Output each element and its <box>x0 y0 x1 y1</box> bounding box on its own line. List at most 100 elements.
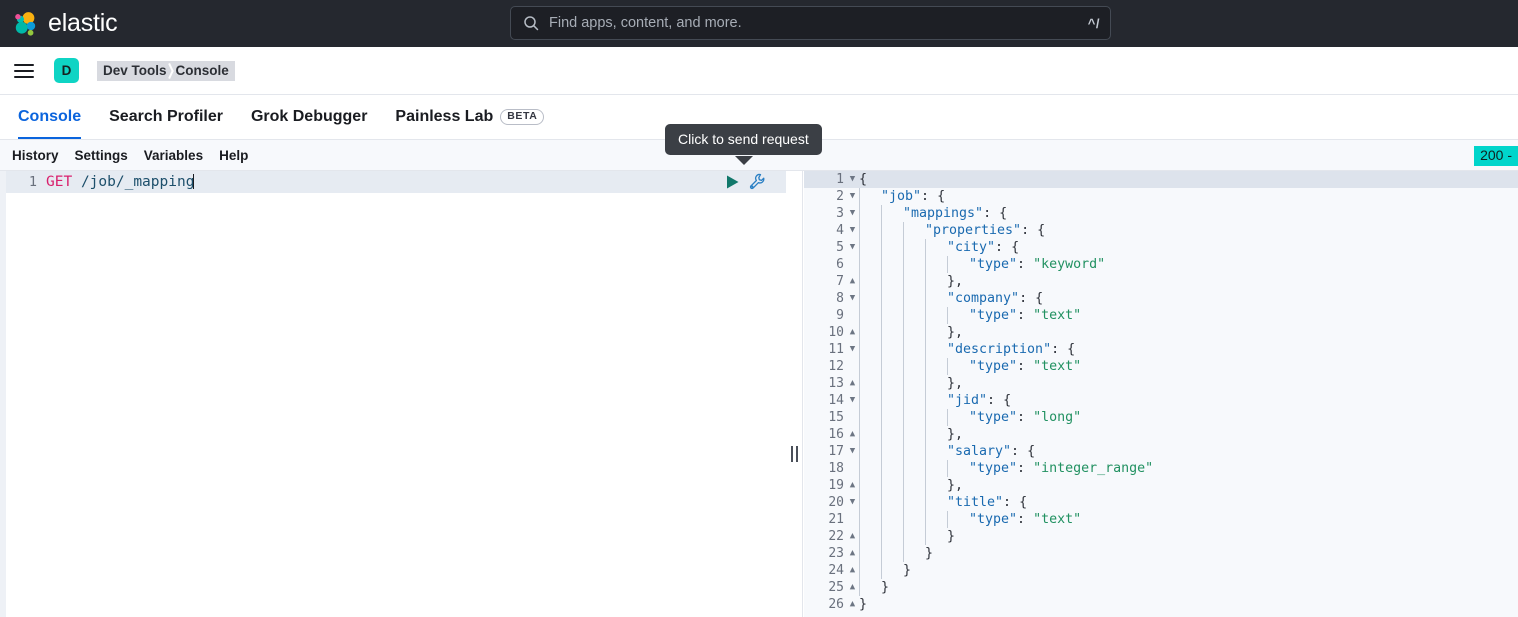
fold-collapse-icon[interactable]: ▼ <box>846 222 859 239</box>
response-line-number: 19 <box>828 478 844 493</box>
fold-expand-icon[interactable]: ▲ <box>846 596 859 613</box>
fold-collapse-icon[interactable]: ▼ <box>846 188 859 205</box>
menu-item-help[interactable]: Help <box>211 148 256 163</box>
breadcrumb-item-dev-tools[interactable]: Dev Tools <box>103 63 167 78</box>
avatar[interactable]: D <box>54 58 79 83</box>
hamburger-menu-icon[interactable] <box>14 60 36 82</box>
response-line-code: } <box>859 597 868 612</box>
response-line[interactable]: 24 ▲} <box>804 562 1518 579</box>
response-line[interactable]: 25 ▲} <box>804 579 1518 596</box>
breadcrumb-item-console[interactable]: Console <box>176 63 229 78</box>
search-shortcut-hint: ^/ <box>1087 15 1100 31</box>
response-line[interactable]: 5 ▼ "city": { <box>804 239 1518 256</box>
response-line-code: "type": "keyword" <box>859 256 1518 273</box>
response-line[interactable]: 19 ▲}, <box>804 477 1518 494</box>
tab-painless-lab[interactable]: Painless Lab BETA <box>381 95 558 139</box>
response-line[interactable]: 4 ▼ "properties": { <box>804 222 1518 239</box>
response-line-code: } <box>859 545 1518 562</box>
response-line[interactable]: 9 "type": "text" <box>804 307 1518 324</box>
splitter-grip-icon[interactable] <box>791 446 798 462</box>
response-line-number: 26 <box>828 597 844 612</box>
http-method-token: GET <box>46 174 73 190</box>
response-line-code: "company": { <box>859 290 1518 307</box>
fold-collapse-icon[interactable]: ▼ <box>846 341 859 358</box>
tab-painless-lab-label: Painless Lab <box>395 108 494 125</box>
response-line-number: 25 <box>828 580 844 595</box>
pane-splitter[interactable] <box>786 171 803 617</box>
fold-expand-icon[interactable]: ▲ <box>846 579 859 596</box>
response-line-number: 21 <box>828 512 844 527</box>
fold-expand-icon[interactable]: ▲ <box>846 273 859 290</box>
global-search-bar[interactable]: Find apps, content, and more. ^/ <box>510 6 1111 40</box>
response-line-code: { <box>859 172 868 187</box>
tab-console-label: Console <box>18 108 82 125</box>
response-line[interactable]: 11 ▼ "description": { <box>804 341 1518 358</box>
response-line[interactable]: 16 ▲}, <box>804 426 1518 443</box>
request-editor-line[interactable]: 1 GET /job/_mapping <box>6 171 786 193</box>
tooltip-text: Click to send request <box>665 124 822 155</box>
fold-expand-icon[interactable]: ▲ <box>846 324 859 341</box>
tab-console[interactable]: Console <box>4 95 95 139</box>
response-line[interactable]: 1 ▼{ <box>804 171 1518 188</box>
response-line-code: }, <box>859 273 1518 290</box>
fold-expand-icon[interactable]: ▲ <box>846 375 859 392</box>
request-editor-code[interactable]: GET /job/_mapping <box>46 171 195 193</box>
response-line[interactable]: 23 ▲} <box>804 545 1518 562</box>
response-line-number: 13 <box>828 376 844 391</box>
response-line[interactable]: 10 ▲}, <box>804 324 1518 341</box>
fold-expand-icon[interactable]: ▲ <box>846 477 859 494</box>
tab-grok-debugger[interactable]: Grok Debugger <box>237 95 381 139</box>
response-line[interactable]: 20 ▼ "title": { <box>804 494 1518 511</box>
breadcrumb: Dev Tools Console <box>97 60 235 81</box>
fold-collapse-icon[interactable]: ▼ <box>846 239 859 256</box>
request-actions[interactable] <box>726 173 766 190</box>
request-path-token: /job/_mapping <box>80 174 195 190</box>
response-line[interactable]: 12 "type": "text" <box>804 358 1518 375</box>
fold-expand-icon[interactable]: ▲ <box>846 426 859 443</box>
fold-collapse-icon[interactable]: ▼ <box>846 443 859 460</box>
response-line[interactable]: 13 ▲}, <box>804 375 1518 392</box>
response-line-number: 5 <box>836 240 844 255</box>
response-line[interactable]: 18 "type": "integer_range" <box>804 460 1518 477</box>
response-line-number: 4 <box>836 223 844 238</box>
fold-expand-icon[interactable]: ▲ <box>846 528 859 545</box>
search-icon <box>524 16 539 31</box>
response-line[interactable]: 15 "type": "long" <box>804 409 1518 426</box>
response-line-code: } <box>859 528 1518 545</box>
menu-item-history[interactable]: History <box>4 148 67 163</box>
menu-item-variables[interactable]: Variables <box>136 148 211 163</box>
search-input[interactable]: Find apps, content, and more. <box>549 16 1088 31</box>
fold-expand-icon[interactable]: ▲ <box>846 545 859 562</box>
response-line-code: "salary": { <box>859 443 1518 460</box>
response-line[interactable]: 8 ▼ "company": { <box>804 290 1518 307</box>
menu-item-settings[interactable]: Settings <box>67 148 136 163</box>
fold-collapse-icon[interactable]: ▼ <box>846 290 859 307</box>
response-line[interactable]: 2 ▼ "job": { <box>804 188 1518 205</box>
response-line-code: "city": { <box>859 239 1518 256</box>
fold-expand-icon[interactable]: ▲ <box>846 562 859 579</box>
response-line-number: 20 <box>828 495 844 510</box>
global-header: elastic Find apps, content, and more. ^/ <box>0 0 1518 47</box>
response-line[interactable]: 14 ▼ "jid": { <box>804 392 1518 409</box>
response-line[interactable]: 26 ▲} <box>804 596 1518 613</box>
response-line-number: 3 <box>836 206 844 221</box>
response-line[interactable]: 3 ▼ "mappings": { <box>804 205 1518 222</box>
response-line-number: 22 <box>828 529 844 544</box>
response-line[interactable]: 22 ▲} <box>804 528 1518 545</box>
play-triangle-icon[interactable] <box>726 174 740 190</box>
fold-collapse-icon[interactable]: ▼ <box>846 205 859 222</box>
response-line[interactable]: 7 ▲}, <box>804 273 1518 290</box>
response-line-code: "properties": { <box>859 222 1518 239</box>
response-editor-pane[interactable]: 1 ▼{2 ▼ "job": {3 ▼ "mappings": {4 ▼ "propertie… <box>804 171 1518 617</box>
fold-collapse-icon[interactable]: ▼ <box>846 171 859 188</box>
brand-logo-group[interactable]: elastic <box>12 10 118 37</box>
fold-collapse-icon[interactable]: ▼ <box>846 494 859 511</box>
response-line-code: } <box>859 579 1518 596</box>
fold-collapse-icon[interactable]: ▼ <box>846 392 859 409</box>
request-editor-pane[interactable]: 1 GET /job/_mapping <box>0 171 786 617</box>
response-line[interactable]: 21 "type": "text" <box>804 511 1518 528</box>
response-line[interactable]: 17 ▼ "salary": { <box>804 443 1518 460</box>
response-line[interactable]: 6 "type": "keyword" <box>804 256 1518 273</box>
tab-search-profiler[interactable]: Search Profiler <box>95 95 237 139</box>
wrench-icon[interactable] <box>749 173 766 190</box>
